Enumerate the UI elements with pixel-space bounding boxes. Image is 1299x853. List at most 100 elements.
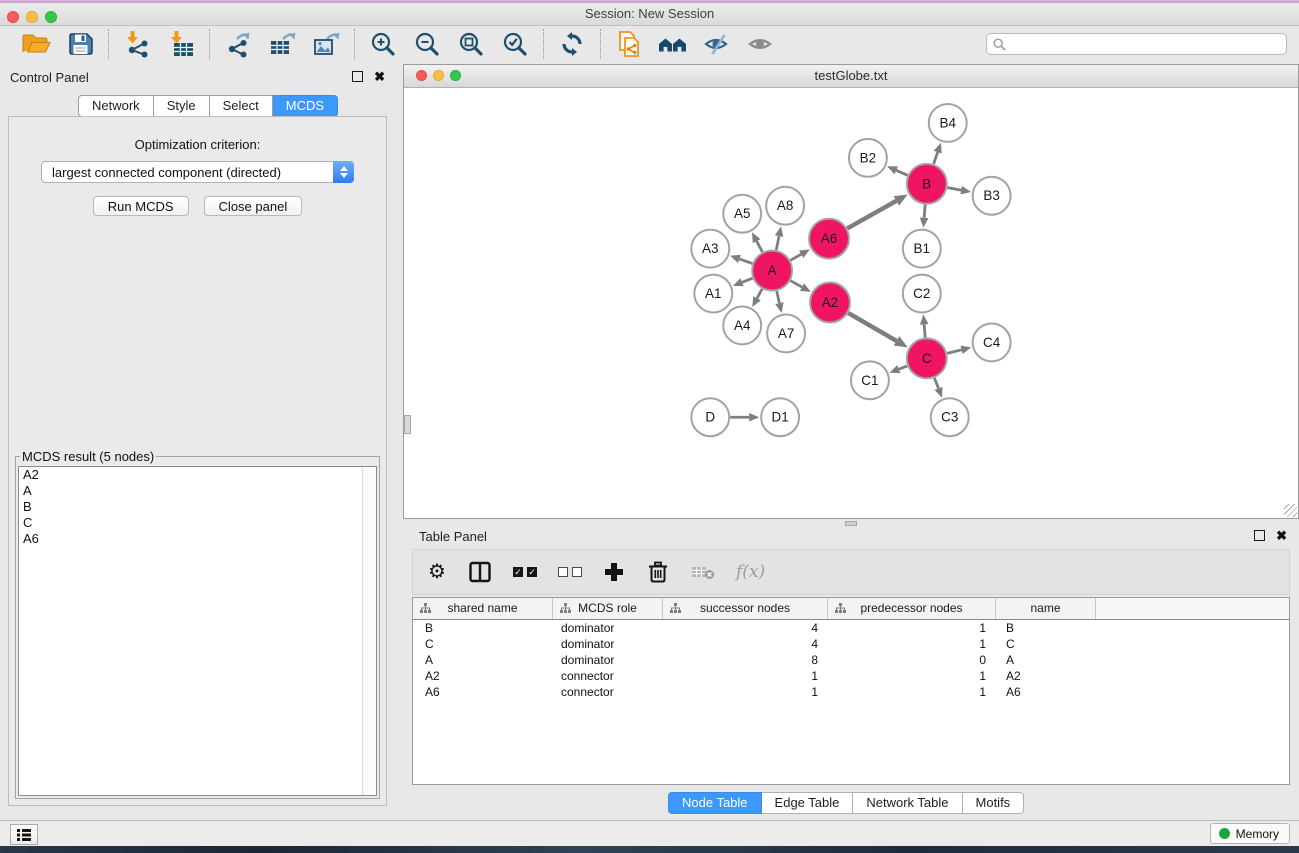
- delete-table-button[interactable]: [691, 559, 715, 585]
- duplicate-network-button[interactable]: [613, 29, 645, 59]
- table-row[interactable]: Adominator80A: [413, 652, 1289, 668]
- network-zoom-button[interactable]: [450, 70, 461, 81]
- tab-select[interactable]: Select: [210, 95, 273, 117]
- tab-node-table[interactable]: Node Table: [668, 792, 762, 814]
- graph-edge[interactable]: [899, 366, 907, 369]
- graph-edge[interactable]: [777, 291, 780, 303]
- float-panel-icon[interactable]: [352, 71, 363, 82]
- table-cell[interactable]: 1: [828, 668, 996, 684]
- optimization-criterion-dropdown[interactable]: largest connected component (directed): [41, 161, 354, 183]
- graph-edge[interactable]: [847, 201, 896, 229]
- table-cell[interactable]: 4: [663, 636, 828, 652]
- mcds-result-list[interactable]: A2ABCA6: [18, 466, 377, 796]
- select-all-button[interactable]: ✓✓: [513, 559, 537, 585]
- home-layout-button[interactable]: [657, 29, 689, 59]
- result-list-item[interactable]: B: [19, 499, 376, 515]
- graph-edge[interactable]: [924, 205, 925, 218]
- zoom-selected-button[interactable]: [499, 29, 531, 59]
- zoom-fit-button[interactable]: [455, 29, 487, 59]
- column-header-successor-nodes[interactable]: successor nodes: [663, 598, 828, 619]
- table-cell[interactable]: A6: [996, 684, 1096, 700]
- column-header-name[interactable]: name: [996, 598, 1096, 619]
- graph-edge[interactable]: [739, 259, 752, 264]
- result-list-item[interactable]: A2: [19, 467, 376, 483]
- network-canvas[interactable]: AA6A2BCA5A8A3A1A4A7B2B4B3B1C2C4C1C3DD1: [404, 88, 1298, 518]
- graph-edge[interactable]: [934, 378, 938, 389]
- table-cell[interactable]: dominator: [553, 620, 663, 636]
- deselect-all-button[interactable]: [558, 559, 582, 585]
- close-panel-button[interactable]: Close panel: [204, 196, 303, 216]
- table-cell[interactable]: A2: [996, 668, 1096, 684]
- graph-edge[interactable]: [947, 350, 961, 354]
- tab-motifs[interactable]: Motifs: [963, 792, 1025, 814]
- column-header-shared-name[interactable]: shared name: [413, 598, 553, 619]
- table-cell[interactable]: A: [996, 652, 1096, 668]
- import-network-button[interactable]: [121, 29, 153, 59]
- run-mcds-button[interactable]: Run MCDS: [93, 196, 189, 216]
- graph-edge[interactable]: [924, 324, 925, 337]
- tab-network[interactable]: Network: [78, 95, 154, 117]
- memory-button[interactable]: Memory: [1210, 823, 1290, 844]
- import-table-button[interactable]: [165, 29, 197, 59]
- tab-mcds[interactable]: MCDS: [273, 95, 338, 117]
- graph-edge[interactable]: [742, 278, 753, 282]
- zoom-in-button[interactable]: [367, 29, 399, 59]
- hide-graphics-button[interactable]: [701, 29, 733, 59]
- table-row[interactable]: Bdominator41B: [413, 620, 1289, 636]
- graph-edge[interactable]: [776, 236, 779, 250]
- table-cell[interactable]: dominator: [553, 652, 663, 668]
- table-cell[interactable]: 1: [663, 668, 828, 684]
- search-input[interactable]: [1006, 36, 1286, 52]
- table-row[interactable]: Cdominator41C: [413, 636, 1289, 652]
- table-cell[interactable]: 8: [663, 652, 828, 668]
- show-graphics-button[interactable]: [745, 29, 777, 59]
- table-cell[interactable]: 1: [828, 636, 996, 652]
- add-column-button[interactable]: [603, 559, 625, 585]
- open-session-button[interactable]: [20, 29, 52, 59]
- tab-network-table[interactable]: Network Table: [853, 792, 962, 814]
- table-cell[interactable]: A: [413, 652, 553, 668]
- result-list-item[interactable]: A: [19, 483, 376, 499]
- split-pane-handle-left[interactable]: [404, 415, 411, 434]
- zoom-window-button[interactable]: [45, 11, 57, 23]
- close-panel-icon[interactable]: ✖: [374, 71, 385, 82]
- zoom-out-button[interactable]: [411, 29, 443, 59]
- table-cell[interactable]: connector: [553, 684, 663, 700]
- table-cell[interactable]: 1: [828, 620, 996, 636]
- search-box[interactable]: [986, 33, 1287, 55]
- table-cell[interactable]: C: [996, 636, 1096, 652]
- graph-edge[interactable]: [790, 281, 802, 287]
- table-cell[interactable]: 1: [828, 684, 996, 700]
- table-cell[interactable]: B: [413, 620, 553, 636]
- column-header-MCDS-role[interactable]: MCDS role: [553, 598, 663, 619]
- graph-edge[interactable]: [757, 289, 762, 298]
- graph-edge[interactable]: [896, 170, 907, 175]
- graph-edge[interactable]: [848, 313, 896, 341]
- save-session-button[interactable]: [64, 29, 96, 59]
- refresh-view-button[interactable]: [556, 29, 588, 59]
- result-scrollbar-track[interactable]: [362, 467, 376, 795]
- close-window-button[interactable]: [7, 11, 19, 23]
- column-header-predecessor-nodes[interactable]: predecessor nodes: [828, 598, 996, 619]
- table-cell[interactable]: 1: [663, 684, 828, 700]
- graph-edge[interactable]: [790, 254, 801, 260]
- graph-edge[interactable]: [947, 188, 961, 191]
- network-close-button[interactable]: [416, 70, 427, 81]
- table-cell[interactable]: 4: [663, 620, 828, 636]
- titlebar[interactable]: Session: New Session: [0, 3, 1299, 26]
- table-cell[interactable]: B: [996, 620, 1096, 636]
- export-network-button[interactable]: [222, 29, 254, 59]
- graph-edge[interactable]: [757, 241, 763, 252]
- table-cell[interactable]: A2: [413, 668, 553, 684]
- table-cell[interactable]: 0: [828, 652, 996, 668]
- table-cell[interactable]: dominator: [553, 636, 663, 652]
- resize-grip-icon[interactable]: [1284, 504, 1297, 517]
- export-table-button[interactable]: [266, 29, 298, 59]
- tab-edge-table[interactable]: Edge Table: [762, 792, 854, 814]
- export-image-button[interactable]: [310, 29, 342, 59]
- function-builder-button[interactable]: f(x): [736, 559, 765, 585]
- float-panel-icon[interactable]: [1254, 530, 1265, 541]
- minimize-window-button[interactable]: [26, 11, 38, 23]
- table-cell[interactable]: connector: [553, 668, 663, 684]
- table-cell[interactable]: A6: [413, 684, 553, 700]
